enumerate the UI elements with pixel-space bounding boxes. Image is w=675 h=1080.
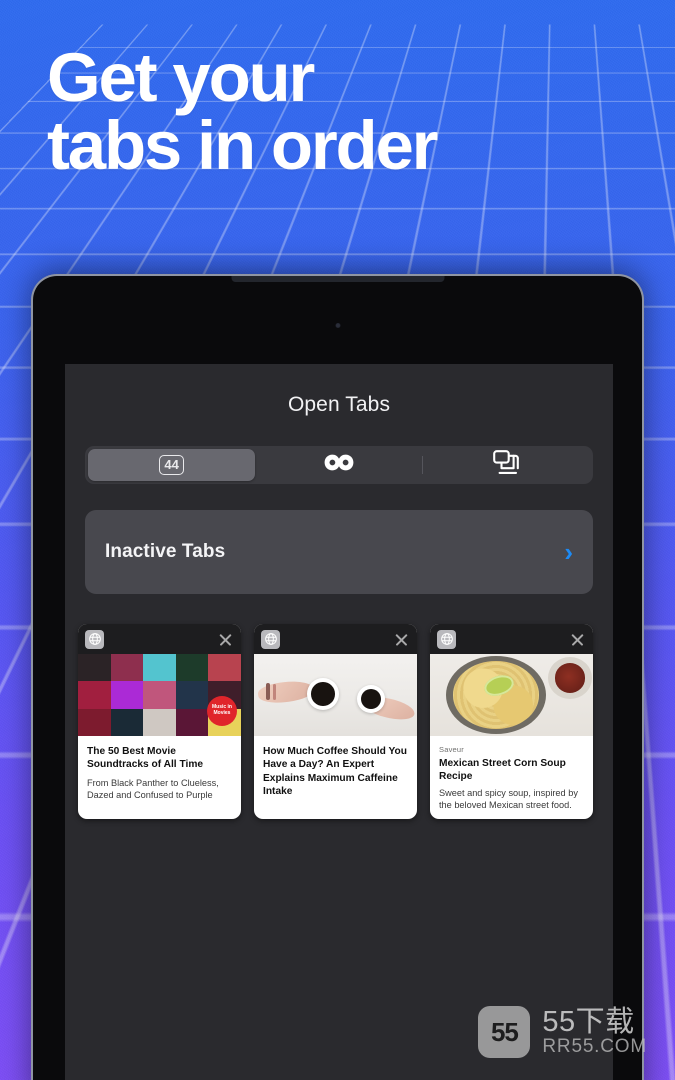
globe-icon — [261, 629, 280, 649]
tab-card[interactable]: Music in Movies The 50 Best Movie Soundt… — [78, 624, 241, 820]
segment-tab-groups[interactable] — [423, 449, 590, 481]
watermark-line-2: RR55.COM — [542, 1036, 647, 1058]
thumb-badge: Music in Movies — [207, 696, 237, 726]
globe-icon — [437, 629, 456, 649]
watermark-text: 55下载 RR55.COM — [542, 1005, 647, 1058]
coffee-cup-right — [357, 685, 385, 713]
segment-private-browsing[interactable] — [255, 449, 423, 481]
page-title: Get your tabs in order — [47, 39, 439, 185]
chevron-right-icon[interactable]: › — [564, 539, 573, 565]
bracelet — [266, 683, 270, 700]
bracelet-2 — [273, 684, 276, 700]
coffee-cups-image — [254, 654, 417, 736]
tablet-device-frame: Open Tabs 44 Inactive Tabs › Music in Mo… — [31, 274, 644, 1080]
tab-card-grid: Music in Movies The 50 Best Movie Soundt… — [65, 594, 613, 820]
tab-card-description: Sweet and spicy soup, inspired by the be… — [439, 787, 578, 811]
tab-card-title: The 50 Best Movie Soundtracks of All Tim… — [87, 746, 204, 771]
corn-soup-image — [430, 654, 593, 736]
tab-groups-icon — [492, 450, 520, 480]
inactive-tabs-section: Inactive Tabs › — [65, 484, 613, 594]
close-icon[interactable] — [217, 631, 234, 648]
tab-card-toolbar — [254, 624, 417, 654]
tab-thumbnail — [430, 654, 593, 736]
close-icon[interactable] — [569, 631, 586, 648]
tab-card-title: Mexican Street Corn Soup Recipe — [439, 758, 566, 783]
tab-card-toolbar — [78, 624, 241, 654]
coffee-cup-left — [307, 678, 339, 710]
globe-icon — [85, 629, 104, 649]
watermark-logo-icon: 55 — [478, 1006, 531, 1058]
inactive-tabs-row[interactable]: Inactive Tabs › — [85, 510, 593, 594]
private-browsing-glasses-icon — [324, 454, 354, 476]
tab-card[interactable]: How Much Coffee Should You Have a Day? A… — [254, 624, 417, 820]
tab-card[interactable]: Saveur Mexican Street Corn Soup Recipe S… — [430, 624, 593, 820]
tab-mode-segmented-control[interactable]: 44 — [85, 446, 593, 484]
tablet-top-notch — [231, 276, 444, 282]
screen-title: Open Tabs — [287, 393, 391, 416]
tab-card-description: From Black Panther to Clueless, Dazed an… — [87, 777, 219, 801]
segment-open-tabs[interactable]: 44 — [88, 449, 256, 481]
watermark: 55 55下载 RR55.COM — [478, 1006, 647, 1058]
tab-thumbnail — [254, 654, 417, 736]
tab-card-text: How Much Coffee Should You Have a Day? A… — [254, 736, 417, 819]
tab-count-badge-icon: 44 — [159, 455, 185, 475]
close-icon[interactable] — [393, 631, 410, 648]
tab-card-toolbar — [430, 624, 593, 654]
screen-header: Open Tabs — [65, 364, 613, 446]
inactive-tabs-label: Inactive Tabs — [105, 541, 226, 562]
tab-card-title: How Much Coffee Should You Have a Day? A… — [263, 746, 407, 798]
promo-screenshot: Get your tabs in order Open Tabs 44 Inac… — [0, 0, 675, 1080]
front-camera-icon — [335, 323, 340, 328]
tab-card-text: Saveur Mexican Street Corn Soup Recipe S… — [430, 736, 593, 819]
tab-card-text: The 50 Best Movie Soundtracks of All Tim… — [78, 736, 241, 819]
tab-thumbnail: Music in Movies — [78, 654, 241, 736]
side-dish — [548, 657, 592, 699]
tab-overview-screen: Open Tabs 44 Inactive Tabs › Music in Mo… — [65, 364, 613, 1080]
tab-card-source: Saveur — [439, 745, 464, 754]
watermark-line-1: 55下载 — [542, 1005, 635, 1038]
